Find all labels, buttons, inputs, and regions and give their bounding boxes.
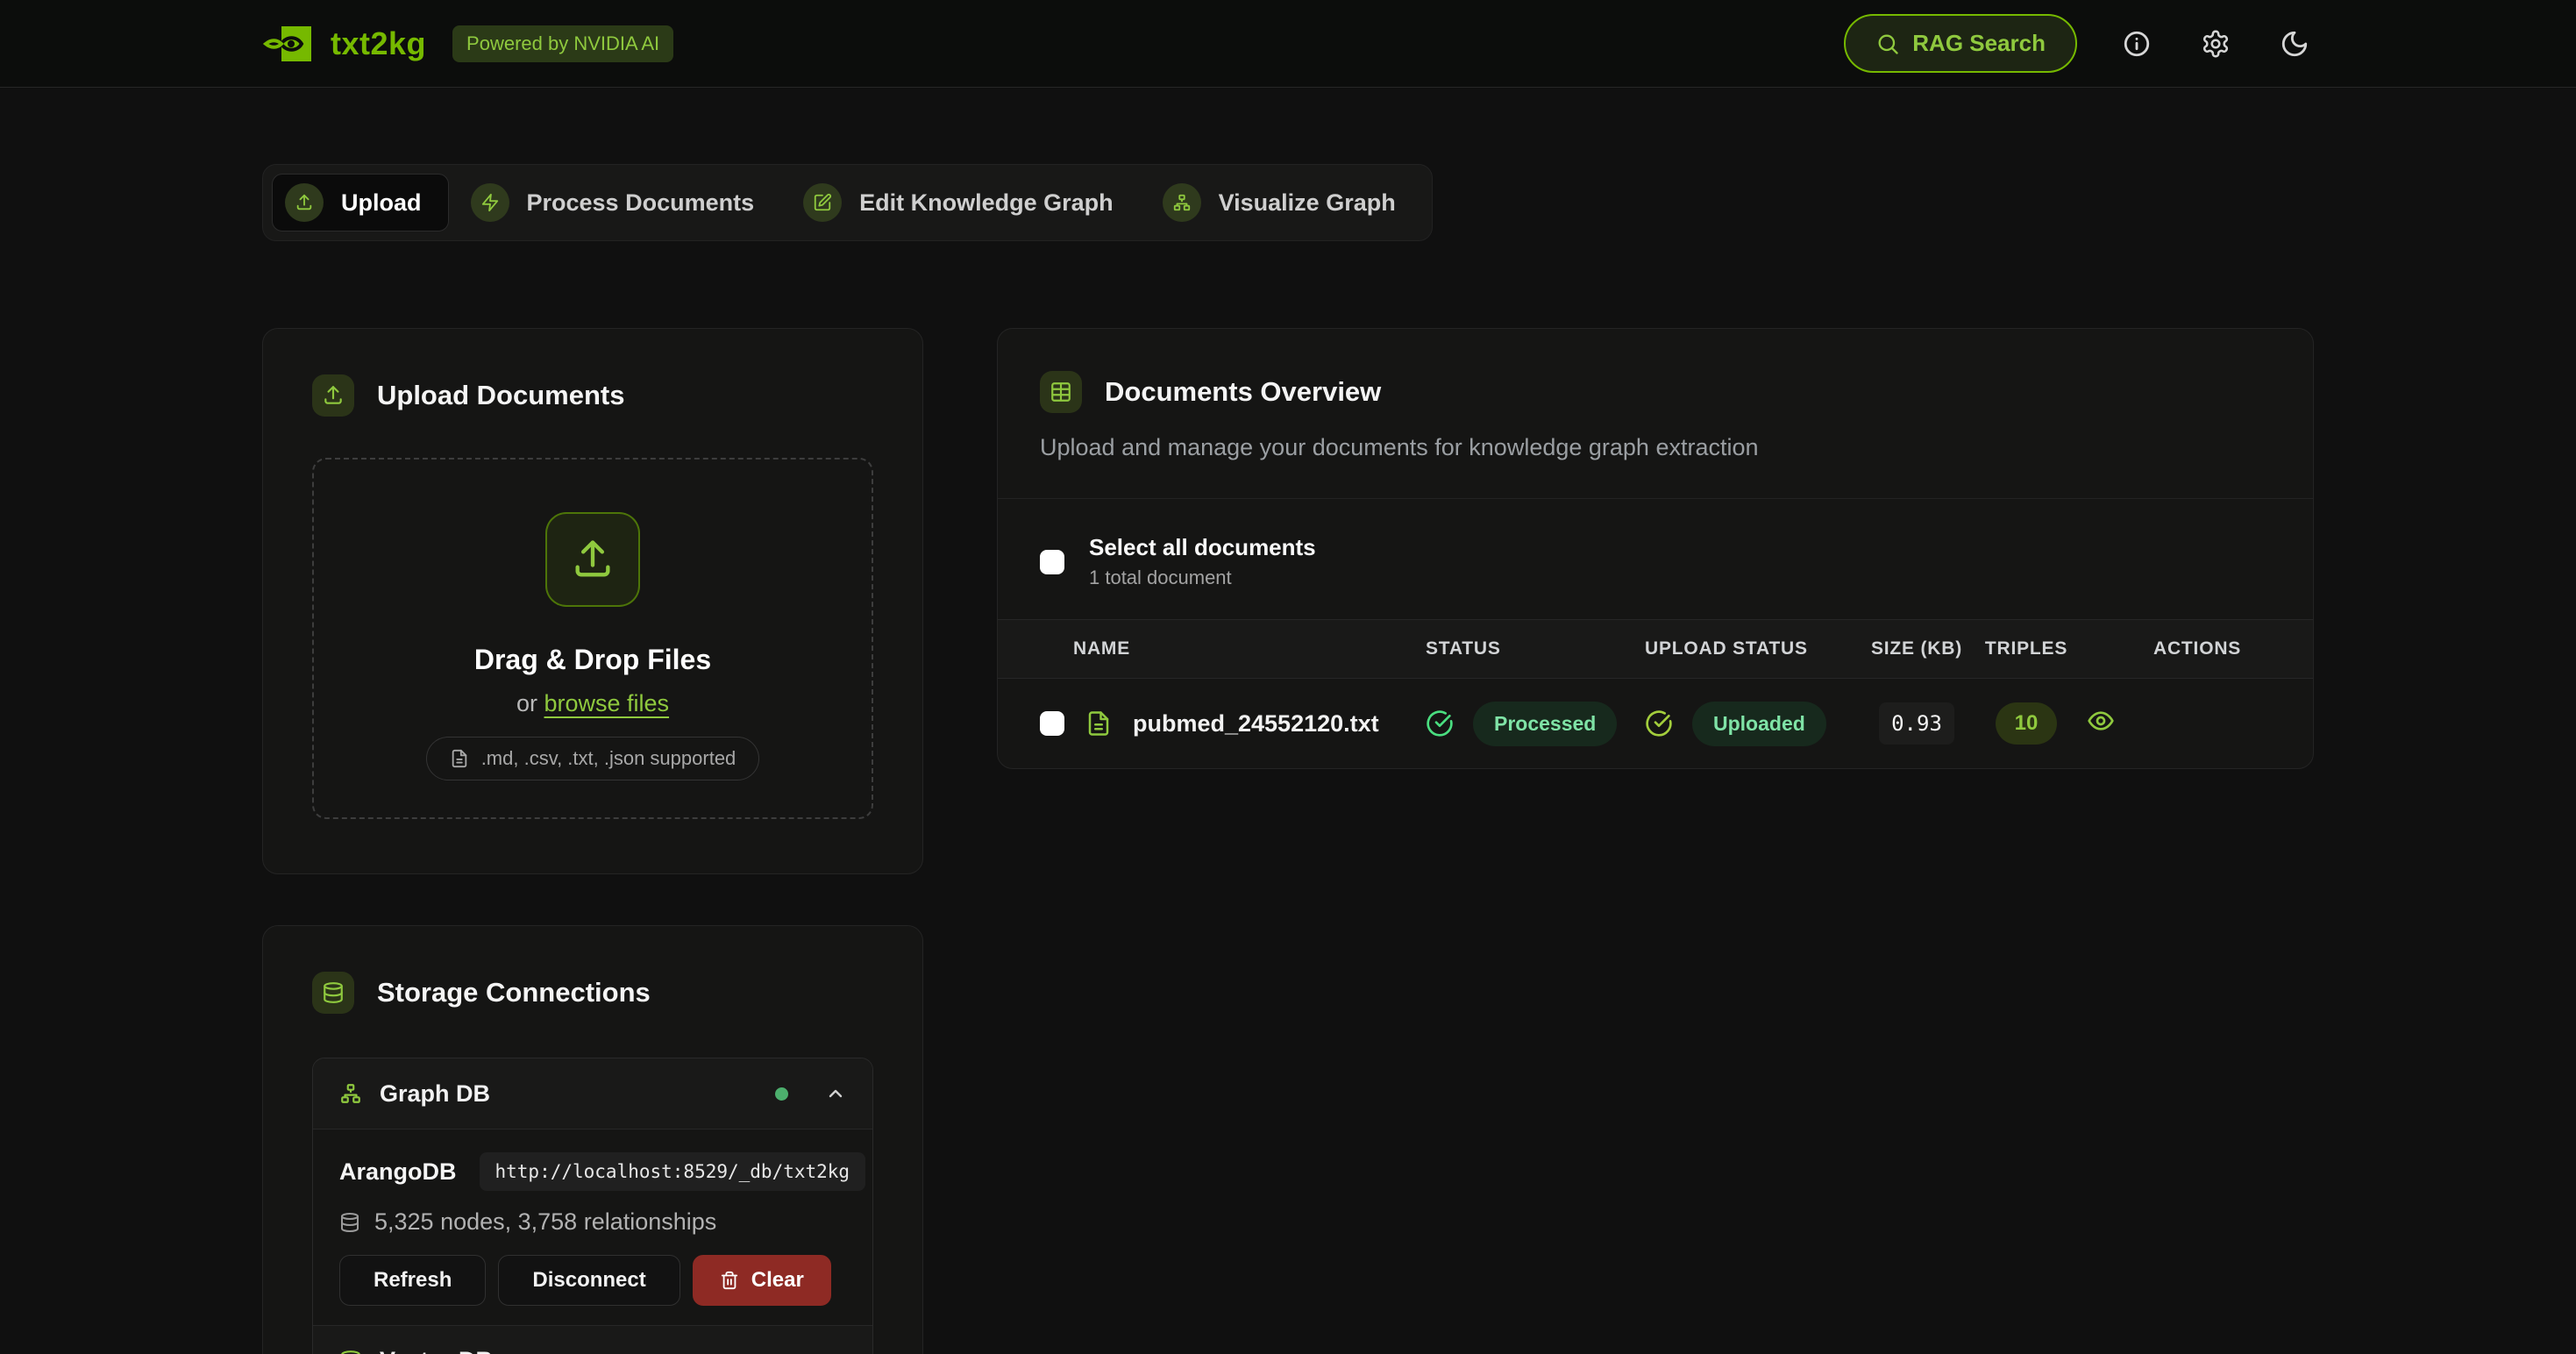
upload-icon [312,374,354,417]
gear-icon [2201,29,2231,59]
main-content: Upload Process Documents Edit Knowledge … [262,88,2314,1354]
navbar-actions: RAG Search [1844,14,2314,73]
table-row: pubmed_24552120.txt Processed [998,679,2313,768]
select-all-row: Select all documents 1 total document [998,499,2313,619]
graph-db-details: ArangoDB http://localhost:8529/_db/txt2k… [313,1129,872,1325]
disconnect-button[interactable]: Disconnect [498,1255,680,1306]
graph-db-toggle[interactable]: Graph DB [313,1058,872,1129]
storage-card-title: Storage Connections [377,977,651,1008]
col-size: Size (KB) [1855,638,1978,659]
tab-process-documents[interactable]: Process Documents [458,174,782,232]
theme-toggle-button[interactable] [2275,25,2314,63]
top-navbar: txt2kg Powered by NVIDIA AI RAG Search [0,0,2576,88]
zap-icon [471,183,509,222]
documents-overview-title: Documents Overview [1105,376,1381,408]
col-upload-status: Upload Status [1645,638,1855,659]
powered-by-badge: Powered by NVIDIA AI [452,25,673,62]
tab-process-documents-label: Process Documents [527,189,755,217]
graph-db-url: http://localhost:8529/_db/txt2kg [480,1152,866,1191]
table-icon [1040,371,1082,413]
search-icon [1875,32,1900,56]
file-icon [450,749,469,768]
document-name: pubmed_24552120.txt [1133,710,1379,738]
view-document-button[interactable] [2087,707,2115,735]
check-circle-icon [1426,709,1454,738]
graph-db-status-dot [775,1087,788,1101]
rag-search-button[interactable]: RAG Search [1844,14,2077,73]
graph-db-label: Graph DB [380,1080,490,1108]
storage-connections-card: Storage Connections Graph DB [262,925,923,1354]
upload-icon [285,183,324,222]
upload-documents-card: Upload Documents Drag & Drop Files or br… [262,328,923,874]
graph-db-provider: ArangoDB [339,1158,457,1186]
tab-edit-knowledge-graph-label: Edit Knowledge Graph [859,189,1114,217]
graph-db-stats: 5,325 nodes, 3,758 relationships [374,1208,716,1236]
upload-card-title: Upload Documents [377,380,624,411]
col-actions: Actions [2074,638,2271,659]
check-circle-icon [1645,709,1673,738]
size-value: 0.93 [1879,702,1954,745]
moon-icon [2280,29,2309,59]
tab-upload[interactable]: Upload [272,174,449,232]
tab-edit-knowledge-graph[interactable]: Edit Knowledge Graph [790,174,1141,232]
triples-badge: 10 [1996,702,2058,745]
browse-files-link[interactable]: browse files [544,690,669,716]
tab-visualize-graph[interactable]: Visualize Graph [1149,174,1423,232]
info-icon [2122,29,2152,59]
select-all-label: Select all documents [1089,534,1316,561]
documents-overview-panel: Documents Overview Upload and manage you… [997,328,2314,769]
supported-formats-label: .md, .csv, .txt, .json supported [481,747,737,770]
database-icon [339,1350,362,1354]
network-icon [339,1082,362,1105]
select-all-checkbox[interactable] [1040,550,1064,574]
total-documents-label: 1 total document [1089,567,1316,589]
upload-status-badge: Uploaded [1692,702,1826,746]
nvidia-logo-icon [262,25,313,63]
rag-search-label: RAG Search [1912,30,2046,57]
row-checkbox[interactable] [1040,711,1064,736]
vector-db-toggle[interactable]: Vector DB [313,1325,872,1354]
refresh-button[interactable]: Refresh [339,1255,486,1306]
drag-drop-zone[interactable]: Drag & Drop Files or browse files .md, .… [312,458,873,819]
settings-button[interactable] [2196,25,2235,63]
database-icon [339,1212,360,1233]
documents-overview-subtitle: Upload and manage your documents for kno… [1040,434,2271,461]
tab-bar: Upload Process Documents Edit Knowledge … [262,164,1433,241]
chevron-up-icon [825,1083,846,1104]
app-title: txt2kg [331,25,426,62]
trash-icon [720,1271,739,1290]
database-icon [312,972,354,1014]
supported-formats-pill: .md, .csv, .txt, .json supported [426,737,760,780]
tab-visualize-graph-label: Visualize Graph [1219,189,1396,217]
eye-icon [2087,707,2115,735]
clear-button-label: Clear [751,1268,804,1293]
vector-db-label: Vector DB [380,1347,493,1354]
col-status: Status [1426,638,1645,659]
file-text-icon [1085,710,1112,737]
edit-icon [803,183,842,222]
dropzone-subtext: or browse files [516,690,669,717]
clear-button[interactable]: Clear [693,1255,831,1306]
network-icon [1163,183,1201,222]
dropzone-title: Drag & Drop Files [474,644,711,676]
status-badge: Processed [1473,702,1617,746]
info-button[interactable] [2117,25,2156,63]
table-header-row: Name Status Upload Status Size (KB) Trip… [998,619,2313,679]
brand: txt2kg Powered by NVIDIA AI [262,25,673,63]
storage-box: Graph DB ArangoDB [312,1058,873,1354]
app-root: txt2kg Powered by NVIDIA AI RAG Search [0,0,2576,1354]
col-triples: Triples [1978,638,2074,659]
upload-icon [545,512,640,607]
chevron-down-icon [825,1350,846,1354]
tab-upload-label: Upload [341,189,422,217]
or-text: or [516,690,537,716]
col-name: Name [1040,638,1426,659]
